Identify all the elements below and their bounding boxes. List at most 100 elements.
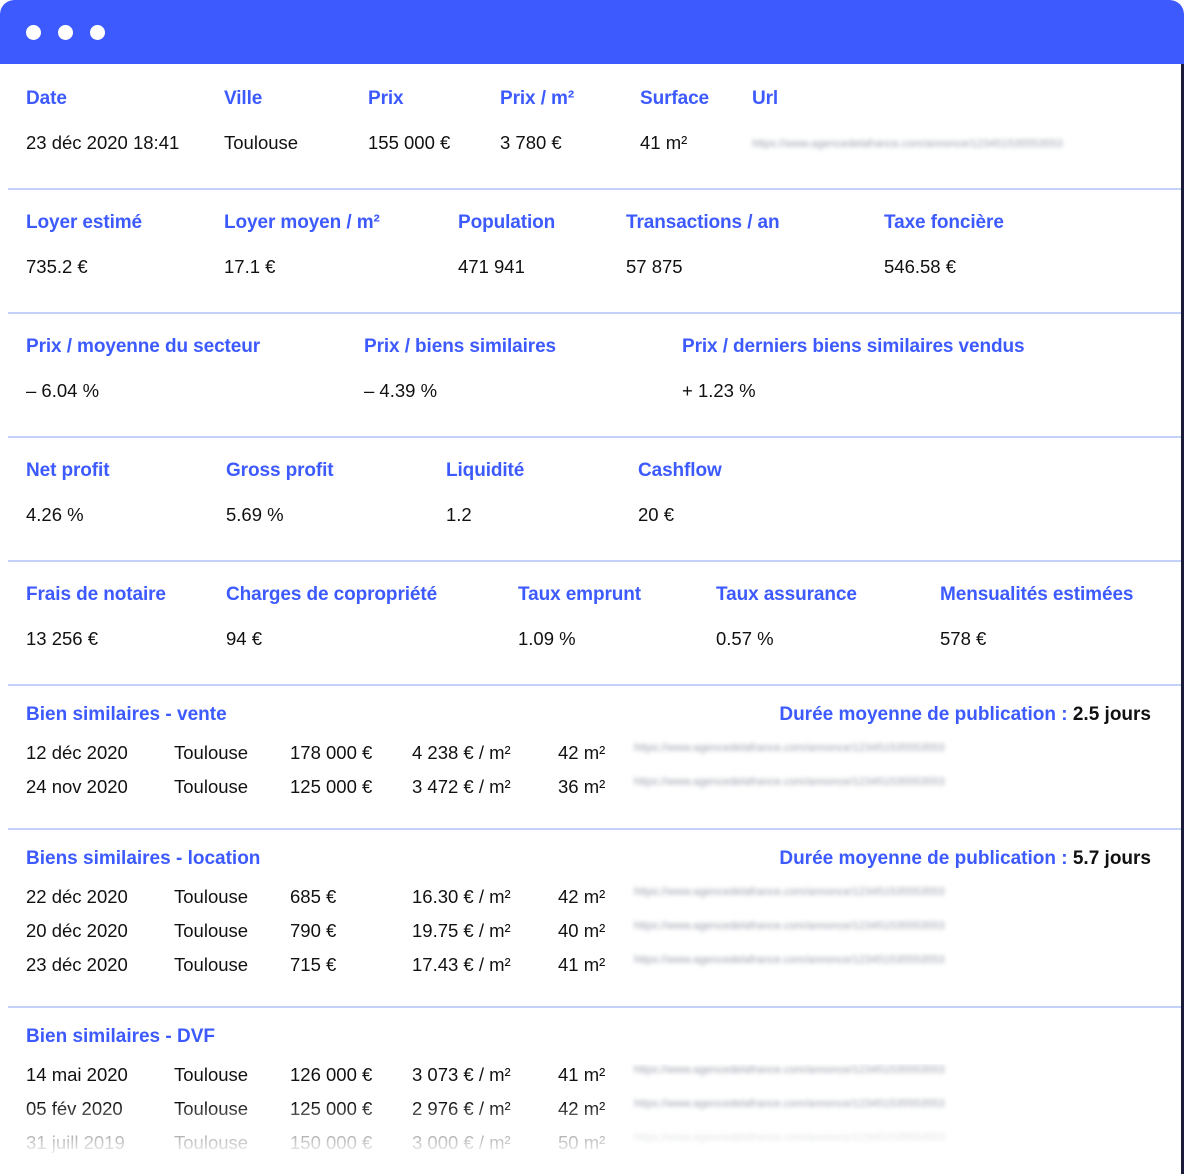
value-gross-profit: 5.69 % <box>226 504 284 526</box>
section-listing: Date Ville Prix Prix / m² Surface Url 23… <box>0 64 1181 188</box>
table-row[interactable]: 31 juill 2019 Toulouse 150 000 € 3 000 €… <box>0 1132 1181 1166</box>
table-row[interactable]: 23 déc 2020 Toulouse 715 € 17.43 € / m² … <box>0 954 1181 988</box>
label-population: Population <box>458 212 555 234</box>
value-frais-notaire: 13 256 € <box>26 628 98 650</box>
row-date: 05 fév 2020 <box>26 1098 123 1120</box>
value-taux-emprunt: 1.09 % <box>518 628 576 650</box>
row-city: Toulouse <box>174 1064 248 1086</box>
section-similar-sale: Bien similaires - vente Durée moyenne de… <box>0 684 1181 828</box>
row-price-per-m2: 3 073 € / m² <box>412 1064 511 1086</box>
row-url-link[interactable]: https://www.agencedelafrance.com/annonce… <box>634 1098 945 1110</box>
row-date: 12 déc 2020 <box>26 742 128 764</box>
row-surface: 42 m² <box>558 742 605 764</box>
label-prix: Prix <box>368 88 404 110</box>
similar-dvf-header: Bien similaires - DVF <box>0 1026 1181 1056</box>
table-row[interactable]: 05 fév 2020 Toulouse 125 000 € 2 976 € /… <box>0 1098 1181 1132</box>
label-prix-m2: Prix / m² <box>500 88 574 110</box>
row-price: 790 € <box>290 920 336 942</box>
row-url-link[interactable]: https://www.agencedelafrance.com/annonce… <box>634 1132 945 1144</box>
similar-rent-duration-value: 5.7 jours <box>1073 848 1151 869</box>
value-loyer-estime: 735.2 € <box>26 256 88 278</box>
row-city: Toulouse <box>174 920 248 942</box>
label-surface: Surface <box>640 88 709 110</box>
row-url-link[interactable]: https://www.agencedelafrance.com/annonce… <box>634 1064 945 1076</box>
value-mensualites: 578 € <box>940 628 986 650</box>
table-row[interactable]: 22 déc 2020 Toulouse 685 € 16.30 € / m² … <box>0 886 1181 920</box>
row-price-per-m2: 19.75 € / m² <box>412 920 511 942</box>
similar-sale-header: Bien similaires - vente Durée moyenne de… <box>0 704 1181 734</box>
row-price-per-m2: 2 976 € / m² <box>412 1098 511 1120</box>
row-price: 178 000 € <box>290 742 372 764</box>
row-surface: 42 m² <box>558 886 605 908</box>
value-ville: Toulouse <box>224 132 298 154</box>
label-taux-assurance: Taux assurance <box>716 584 857 606</box>
section-similar-rent: Biens similaires - location Durée moyenn… <box>0 828 1181 1006</box>
value-prix-moyenne-secteur: – 6.04 % <box>26 380 99 402</box>
row-price-per-m2: 17.43 € / m² <box>412 954 511 976</box>
value-url-link[interactable]: https://www.agencedelafrance.com/annonce… <box>752 138 1063 150</box>
maximize-dot-icon[interactable] <box>90 25 105 40</box>
table-row[interactable]: 20 déc 2020 Toulouse 790 € 19.75 € / m² … <box>0 920 1181 954</box>
label-cashflow: Cashflow <box>638 460 722 482</box>
row-date: 23 déc 2020 <box>26 954 128 976</box>
row-url-link[interactable]: https://www.agencedelafrance.com/annonce… <box>634 886 945 898</box>
row-date: 14 mai 2020 <box>26 1064 128 1086</box>
row-city: Toulouse <box>174 776 248 798</box>
row-city: Toulouse <box>174 886 248 908</box>
row-price: 125 000 € <box>290 776 372 798</box>
similar-sale-duration: Durée moyenne de publication : 2.5 jours <box>779 704 1151 726</box>
value-date: 23 déc 2020 18:41 <box>26 132 179 154</box>
value-prix-derniers-vendus: + 1.23 % <box>682 380 756 402</box>
market-values: 735.2 € 17.1 € 471 941 57 875 546.58 € <box>0 256 1181 290</box>
listing-labels: Date Ville Prix Prix / m² Surface Url <box>0 88 1181 118</box>
row-price: 150 000 € <box>290 1132 372 1154</box>
similar-rent-header: Biens similaires - location Durée moyenn… <box>0 848 1181 878</box>
section-profit: Net profit Gross profit Liquidité Cashfl… <box>0 436 1181 560</box>
costs-values: 13 256 € 94 € 1.09 % 0.57 % 578 € <box>0 628 1181 662</box>
window-controls <box>26 25 105 40</box>
window-titlebar <box>0 0 1184 64</box>
row-price-per-m2: 4 238 € / m² <box>412 742 511 764</box>
row-url-link[interactable]: https://www.agencedelafrance.com/annonce… <box>634 920 945 932</box>
value-cashflow: 20 € <box>638 504 674 526</box>
row-surface: 50 m² <box>558 1132 605 1154</box>
label-taux-emprunt: Taux emprunt <box>518 584 641 606</box>
minimize-dot-icon[interactable] <box>58 25 73 40</box>
comparison-values: – 6.04 % – 4.39 % + 1.23 % <box>0 380 1181 414</box>
table-row[interactable]: 12 déc 2020 Toulouse 178 000 € 4 238 € /… <box>0 742 1181 776</box>
table-row[interactable]: 14 mai 2020 Toulouse 126 000 € 3 073 € /… <box>0 1064 1181 1098</box>
row-surface: 40 m² <box>558 920 605 942</box>
similar-rent-duration: Durée moyenne de publication : 5.7 jours <box>779 848 1151 870</box>
row-city: Toulouse <box>174 954 248 976</box>
label-charges-copro: Charges de copropriété <box>226 584 437 606</box>
row-date: 31 juill 2019 <box>26 1132 125 1154</box>
value-liquidite: 1.2 <box>446 504 472 526</box>
label-loyer-moyen-m2: Loyer moyen / m² <box>224 212 380 234</box>
row-url-link[interactable]: https://www.agencedelafrance.com/annonce… <box>634 776 945 788</box>
label-mensualites: Mensualités estimées <box>940 584 1133 606</box>
row-price: 126 000 € <box>290 1064 372 1086</box>
section-costs: Frais de notaire Charges de copropriété … <box>0 560 1181 684</box>
label-url: Url <box>752 88 778 110</box>
close-dot-icon[interactable] <box>26 25 41 40</box>
row-surface: 41 m² <box>558 1064 605 1086</box>
row-price-per-m2: 16.30 € / m² <box>412 886 511 908</box>
value-prix-m2: 3 780 € <box>500 132 562 154</box>
similar-sale-duration-label: Durée moyenne de publication : <box>779 704 1067 725</box>
label-prix-derniers-vendus: Prix / derniers biens similaires vendus <box>682 336 1024 358</box>
row-url-link[interactable]: https://www.agencedelafrance.com/annonce… <box>634 954 945 966</box>
row-surface: 41 m² <box>558 954 605 976</box>
row-date: 22 déc 2020 <box>26 886 128 908</box>
value-charges-copro: 94 € <box>226 628 262 650</box>
row-city: Toulouse <box>174 1098 248 1120</box>
row-url-link[interactable]: https://www.agencedelafrance.com/annonce… <box>634 742 945 754</box>
label-transactions: Transactions / an <box>626 212 780 234</box>
comparison-labels: Prix / moyenne du secteur Prix / biens s… <box>0 336 1181 366</box>
section-comparison: Prix / moyenne du secteur Prix / biens s… <box>0 312 1181 436</box>
row-price-per-m2: 3 472 € / m² <box>412 776 511 798</box>
property-analysis-window: Date Ville Prix Prix / m² Surface Url 23… <box>0 0 1184 1174</box>
similar-dvf-rows: 14 mai 2020 Toulouse 126 000 € 3 073 € /… <box>0 1064 1181 1166</box>
label-prix-biens-similaires: Prix / biens similaires <box>364 336 556 358</box>
value-taxe-fonciere: 546.58 € <box>884 256 956 278</box>
table-row[interactable]: 24 nov 2020 Toulouse 125 000 € 3 472 € /… <box>0 776 1181 810</box>
